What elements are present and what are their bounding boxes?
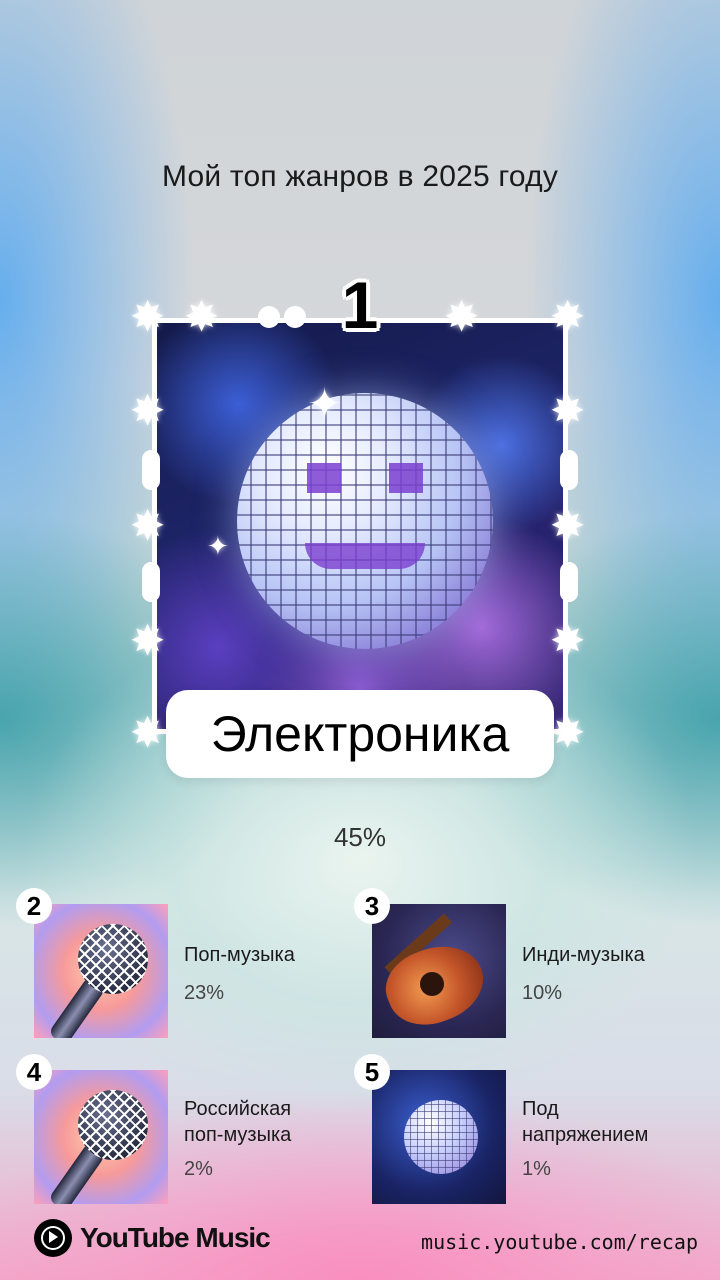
- star-icon: ✸: [550, 617, 586, 664]
- rank-badge: 5: [354, 1054, 390, 1090]
- disco-ball-icon: [237, 393, 493, 649]
- microphone-head: [78, 924, 148, 994]
- genre-name: Под напряжением: [522, 1098, 649, 1146]
- page-title: Мой топ жанров в 2025 году: [161, 160, 559, 193]
- star-icon: ✸: [444, 293, 480, 340]
- genre-item[interactable]: 3 Инди-музыка 10%: [354, 888, 712, 1044]
- sparkle-icon: ✦: [207, 531, 229, 561]
- star-icon: ✸: [130, 617, 166, 664]
- star-icon: ✸: [550, 387, 586, 434]
- dot-decoration: [258, 306, 280, 328]
- youtube-music-logo: YouTube Music: [34, 1218, 271, 1258]
- top-genre-card[interactable]: ✦ ✦: [152, 318, 568, 734]
- microphone-artwork: [34, 904, 168, 1038]
- star-icon: ✸: [130, 293, 166, 340]
- top-genre-percent: 45%: [333, 822, 387, 852]
- rank-badge: 2: [16, 888, 52, 924]
- top-genre-name: Электроника: [166, 690, 554, 778]
- genre-item[interactable]: 2 Поп-музыка 23%: [16, 888, 374, 1044]
- pill-decoration: [142, 562, 160, 602]
- youtube-music-icon: [34, 1219, 72, 1257]
- disco-ball-artwork: [372, 1070, 506, 1204]
- face-eye-right: [389, 463, 423, 493]
- microphone-head: [78, 1090, 148, 1160]
- recap-url[interactable]: music.youtube.com/recap: [421, 1230, 698, 1254]
- star-icon: ✸: [550, 293, 586, 340]
- star-icon: ✸: [550, 709, 586, 756]
- genre-name: Российская поп-музыка: [184, 1098, 292, 1146]
- dot-decoration: [284, 306, 306, 328]
- genre-item[interactable]: 5 Под напряжением 1%: [354, 1054, 712, 1210]
- genre-item[interactable]: 4 Российская поп-музыка 2%: [16, 1054, 374, 1210]
- disco-ball-artwork: ✦ ✦: [152, 318, 568, 734]
- star-icon: ✸: [550, 502, 586, 549]
- genre-name: Инди-музыка: [522, 944, 645, 966]
- top-rank-number: 1: [341, 268, 379, 342]
- pill-decoration: [560, 450, 578, 490]
- star-icon: ✸: [130, 709, 166, 756]
- genre-name: Поп-музыка: [184, 944, 295, 966]
- star-icon: ✸: [130, 502, 166, 549]
- pill-decoration: [142, 450, 160, 490]
- sparkle-icon: ✦: [307, 380, 343, 427]
- genre-percent: 2%: [184, 1158, 213, 1180]
- pill-decoration: [560, 562, 578, 602]
- genre-percent: 10%: [522, 982, 563, 1004]
- genre-percent: 1%: [522, 1158, 551, 1180]
- rank-badge: 3: [354, 888, 390, 924]
- face-eye-left: [307, 463, 341, 493]
- genre-percent: 23%: [184, 982, 225, 1004]
- star-icon: ✸: [184, 293, 220, 340]
- face-mouth: [305, 543, 425, 569]
- brand-name: YouTube Music: [80, 1222, 271, 1253]
- microphone-artwork: [34, 1070, 168, 1204]
- disco-ball-icon: [404, 1100, 478, 1174]
- guitar-artwork: [372, 904, 506, 1038]
- guitar-sound-hole: [420, 972, 444, 996]
- star-icon: ✸: [130, 387, 166, 434]
- rank-badge: 4: [16, 1054, 52, 1090]
